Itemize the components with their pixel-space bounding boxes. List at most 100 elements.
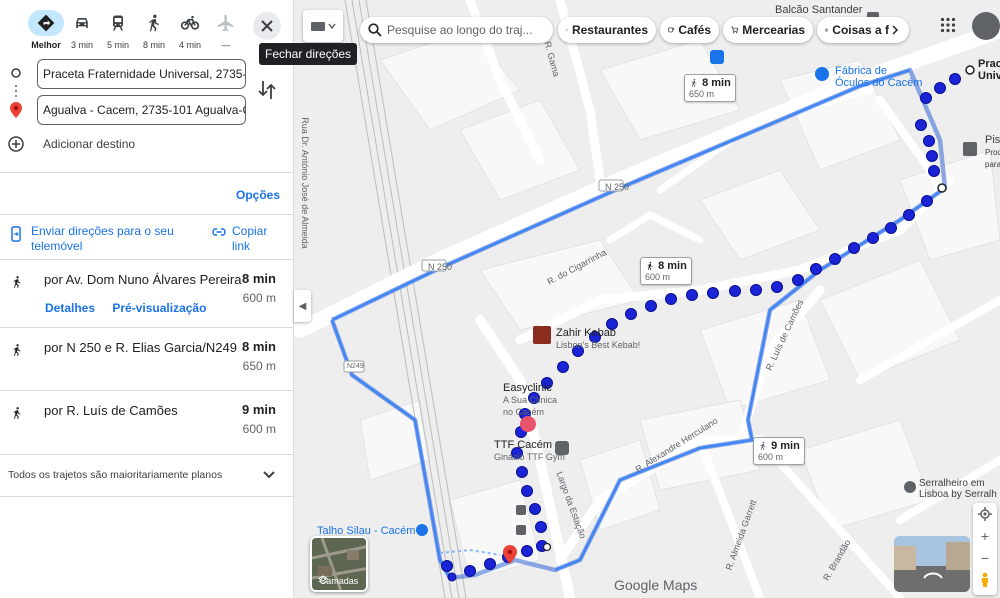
chevron-left-icon: ◀ [298, 300, 307, 312]
layers-label: Camadas [319, 576, 359, 586]
preview-link[interactable]: Pré-visualização [112, 301, 206, 315]
route-time: 8 min [242, 271, 276, 286]
cart-icon [731, 26, 739, 34]
mode-label: 5 min [106, 40, 129, 50]
swap-button[interactable] [258, 79, 278, 101]
layers-button[interactable]: Camadas [310, 536, 368, 592]
map-canvas[interactable]: N 250 N 250 N249 R. do Cigarrinha R. Gam… [294, 0, 1000, 598]
route-name: por N 250 e R. Elias Garcia/N249 [44, 340, 237, 355]
mode-flight[interactable]: — [208, 10, 244, 54]
walk-icon [13, 344, 21, 356]
divider [0, 454, 294, 455]
walk-icon [691, 78, 697, 88]
minus-icon: − [980, 550, 990, 566]
road-label: Rua Dr. António José de Almeida [299, 117, 310, 249]
flight-icon [217, 14, 234, 32]
search-along-route-input[interactable]: Pesquise ao longo do traj... [360, 17, 553, 43]
chevron-down-icon [263, 471, 275, 479]
route-time: 8 min [242, 339, 276, 354]
map-base [294, 0, 1000, 598]
map-controls: + − [973, 503, 997, 595]
mode-label: 3 min [70, 40, 93, 50]
apps-grid-icon [940, 17, 956, 33]
details-link[interactable]: Detalhes [45, 301, 95, 315]
mode-cycling[interactable]: 4 min [172, 10, 208, 54]
poi-balcao-santander[interactable]: Balcão Santander [775, 4, 862, 16]
link-icon [212, 228, 226, 236]
mode-walking[interactable]: 8 min [136, 10, 172, 54]
chip-groceries[interactable]: Mercearias [723, 17, 813, 43]
search-placeholder: Pesquise ao longo do traj... [387, 23, 533, 37]
add-destination-label: Adicionar destino [43, 137, 136, 151]
copy-link-label: Copiar link [232, 224, 268, 253]
copy-link-button[interactable]: Copiar link [212, 224, 272, 254]
maps-app: Melhor 3 min 5 min 8 min 4 min — Praceta… [0, 0, 1000, 598]
avatar[interactable] [972, 12, 1000, 40]
street-view-thumbnail[interactable] [894, 536, 970, 592]
transit-icon [113, 15, 123, 31]
apps-button[interactable] [940, 17, 956, 38]
best-route-icon [37, 14, 55, 32]
phone-send-icon [11, 226, 21, 242]
zoom-in-button[interactable]: + [973, 525, 997, 547]
poi-ttf-cacem[interactable]: TTF Cacém Ginásio TTF Gym [494, 439, 565, 463]
route-option[interactable]: por R. Luís de Camões 9 min 600 m [0, 390, 294, 454]
origin-input[interactable]: Praceta Fraternidade Universal, 2735-07 [37, 59, 246, 89]
collapse-panel-button[interactable]: ◀ [294, 290, 311, 322]
walk-icon [149, 14, 159, 32]
route-distance: 600 m [242, 291, 276, 305]
poi-pis[interactable]: PisProdupara [985, 134, 1000, 170]
road-label: N249 [347, 363, 364, 370]
chevron-right-icon[interactable] [891, 25, 899, 35]
zoom-out-button[interactable]: − [973, 547, 997, 569]
mode-transit[interactable]: 5 min [100, 10, 136, 54]
mode-label: — [221, 40, 231, 50]
cafe-icon [668, 27, 675, 33]
my-location-button[interactable] [973, 503, 997, 525]
poi-easyclinic[interactable]: Easyclinic A Sua Clínica no Cacém [503, 382, 557, 418]
street-view-image [894, 536, 970, 592]
my-location-icon [978, 507, 992, 521]
expand-button[interactable] [262, 467, 276, 485]
car-icon [76, 18, 88, 28]
mode-driving[interactable]: 3 min [64, 10, 100, 54]
divider [0, 496, 294, 497]
restaurant-icon [566, 29, 568, 31]
chip-things-to-do[interactable]: Coisas a f [817, 17, 909, 43]
google-maps-logo: Google Maps [614, 577, 698, 593]
options-button[interactable]: Opções [236, 188, 280, 202]
route-time-box[interactable]: 8 min 600 m [640, 257, 692, 285]
road-label: N 250 [605, 182, 630, 192]
poi-fabrica-oculos[interactable]: Fábrica de Óculos do Cacém [835, 65, 922, 89]
poi-serralheiro[interactable]: Serralheiro em Lisboa by Serralh [919, 478, 997, 500]
route-name: por R. Luís de Camões [44, 403, 178, 418]
route-name: por Av. Dom Nuno Álvares Pereira [44, 272, 242, 287]
send-to-phone-button[interactable]: Enviar direções para o seu telemóvel [11, 224, 181, 254]
walk-icon [13, 407, 21, 419]
mode-label: Melhor [31, 40, 61, 50]
flat-routes-note: Todos os trajetos são maioritariamente p… [8, 469, 223, 481]
directions-panel: Melhor 3 min 5 min 8 min 4 min — Praceta… [0, 0, 294, 598]
route-time-box[interactable]: 8 min 650 m [684, 74, 736, 102]
camera-icon [825, 28, 829, 32]
chip-cafes[interactable]: Cafés [660, 17, 719, 43]
chip-restaurants[interactable]: Restaurantes [558, 17, 656, 43]
add-circle-icon [8, 136, 24, 152]
swap-icon [258, 81, 276, 99]
route-distance: 650 m [242, 359, 276, 373]
add-destination-button[interactable]: Adicionar destino [8, 136, 135, 152]
poi-zahir-kebab[interactable]: Zahir Kebab Lisbon's Best Kebab! [556, 327, 640, 351]
keyboard-shortcuts-button[interactable] [303, 10, 343, 42]
route-time-box[interactable]: 9 min 600 m [753, 437, 805, 465]
close-directions-button[interactable] [253, 12, 281, 40]
close-tooltip: Fechar direções [259, 43, 358, 65]
mode-best[interactable]: Melhor [28, 10, 64, 54]
pegman-button[interactable] [973, 569, 997, 591]
close-icon [261, 20, 273, 32]
route-option[interactable]: por N 250 e R. Elias Garcia/N249 8 min 6… [0, 327, 294, 390]
plus-icon: + [980, 528, 990, 544]
mode-label: 8 min [142, 40, 165, 50]
route-option[interactable]: por Av. Dom Nuno Álvares Pereira 8 min 6… [0, 259, 294, 327]
route-time: 9 min [242, 402, 276, 417]
destination-input[interactable]: Agualva - Cacem, 2735-101 Agualva-Cac [37, 95, 246, 125]
